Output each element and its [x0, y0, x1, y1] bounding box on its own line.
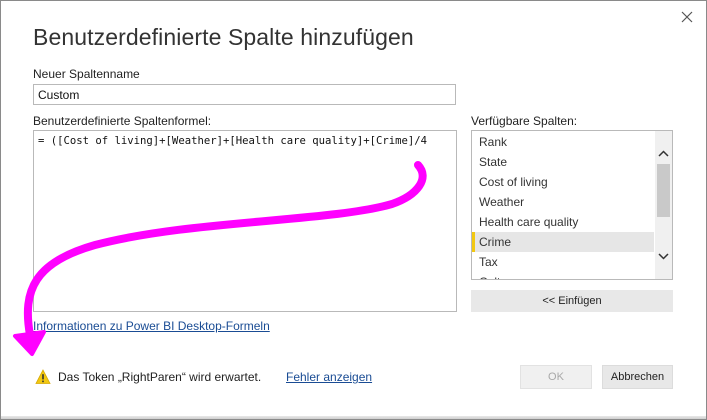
column-item-weather[interactable]: Weather [472, 192, 654, 212]
status-message: Das Token „RightParen“ wird erwartet. [58, 370, 262, 384]
formula-label: Benutzerdefinierte Spaltenformel: [33, 114, 212, 128]
show-error-link[interactable]: Fehler anzeigen [286, 370, 372, 384]
scroll-down-icon[interactable] [655, 248, 672, 265]
available-columns-label: Verfügbare Spalten: [471, 114, 578, 128]
scroll-thumb[interactable] [657, 164, 670, 217]
column-item-health-care-quality[interactable]: Health care quality [472, 212, 654, 232]
column-name-label: Neuer Spaltenname [33, 67, 140, 81]
column-item-cost-of-living[interactable]: Cost of living [472, 172, 654, 192]
column-name-input[interactable] [33, 84, 456, 105]
formula-text[interactable]: = ([Cost of living]+[Weather]+[Health ca… [38, 135, 427, 147]
scroll-up-icon[interactable] [655, 145, 672, 162]
column-item-rank[interactable]: Rank [472, 132, 654, 152]
cancel-button[interactable]: Abbrechen [602, 365, 673, 389]
column-item-crime[interactable]: Crime [472, 232, 654, 252]
columns-scrollbar[interactable] [655, 131, 672, 279]
column-item-state[interactable]: State [472, 152, 654, 172]
dialog-title: Benutzerdefinierte Spalte hinzufügen [33, 24, 414, 50]
insert-button[interactable]: << Einfügen [471, 290, 673, 312]
close-icon[interactable] [676, 6, 698, 28]
column-item-culture[interactable]: Culture [472, 272, 654, 279]
column-item-tax[interactable]: Tax [472, 252, 654, 272]
formula-help-link[interactable]: Informationen zu Power BI Desktop-Formel… [33, 319, 270, 333]
warning-icon [35, 369, 51, 384]
available-columns-list[interactable]: Rank State Cost of living Weather Health… [471, 130, 673, 280]
ok-button[interactable]: OK [520, 365, 592, 389]
formula-editor[interactable]: = ([Cost of living]+[Weather]+[Health ca… [33, 130, 457, 312]
